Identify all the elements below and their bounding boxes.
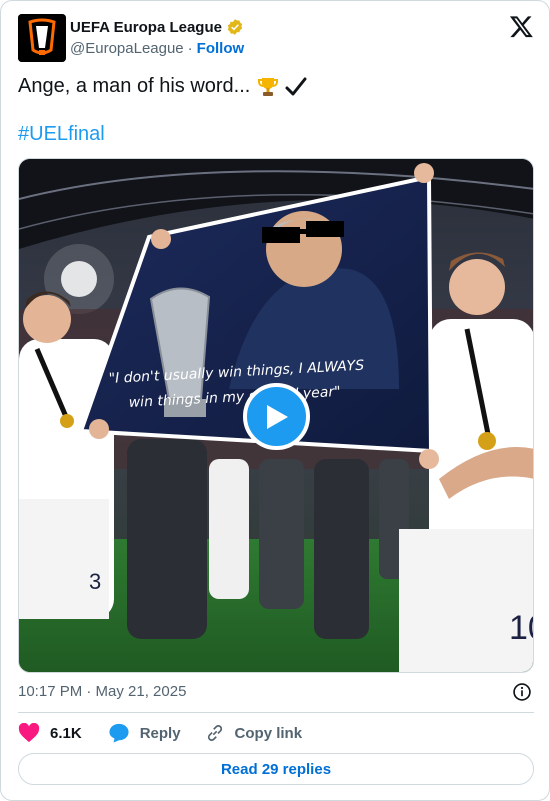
play-icon bbox=[266, 404, 288, 429]
heart-icon bbox=[18, 723, 40, 743]
handle-separator: · bbox=[187, 40, 193, 57]
copy-link-label: Copy link bbox=[234, 724, 303, 742]
copy-link-button[interactable]: Copy link bbox=[205, 723, 303, 743]
author-name-row[interactable]: UEFA Europa League bbox=[70, 18, 244, 36]
like-button[interactable]: 6.1K bbox=[18, 723, 82, 743]
hashtag-link[interactable]: #UELfinal bbox=[18, 123, 105, 146]
svg-text:3: 3 bbox=[89, 569, 101, 594]
verified-badge-icon bbox=[227, 19, 243, 35]
follow-button[interactable]: Follow bbox=[197, 40, 245, 57]
info-icon[interactable] bbox=[512, 682, 532, 702]
like-count: 6.1K bbox=[50, 724, 82, 742]
svg-text:10: 10 bbox=[509, 609, 534, 647]
play-button[interactable] bbox=[243, 383, 310, 450]
reply-bubble-icon bbox=[109, 723, 129, 743]
reply-label: Reply bbox=[139, 724, 181, 742]
tweet-text: Ange, a man of his word... bbox=[18, 75, 251, 97]
read-replies-button[interactable]: Read 29 replies bbox=[18, 753, 534, 785]
divider bbox=[18, 712, 534, 713]
tweet-embed-card: UEFA Europa League @EuropaLeague · Follo… bbox=[0, 0, 550, 801]
link-icon bbox=[207, 725, 222, 741]
author-name[interactable]: UEFA Europa League bbox=[70, 19, 222, 36]
x-logo-icon[interactable] bbox=[509, 14, 534, 39]
trophy-icon bbox=[257, 77, 278, 96]
action-bar: 6.1K Reply Copy link bbox=[18, 722, 302, 744]
author-handle-row: @EuropaLeague · Follow bbox=[70, 40, 244, 57]
tweet-timestamp[interactable]: 10:17 PM · May 21, 2025 bbox=[18, 683, 186, 700]
tweet-text-row: Ange, a man of his word... bbox=[18, 73, 308, 99]
avatar[interactable] bbox=[18, 14, 66, 62]
author-handle[interactable]: @EuropaLeague bbox=[70, 40, 184, 57]
check-mark-icon bbox=[285, 77, 307, 96]
reply-button[interactable]: Reply bbox=[108, 723, 181, 743]
